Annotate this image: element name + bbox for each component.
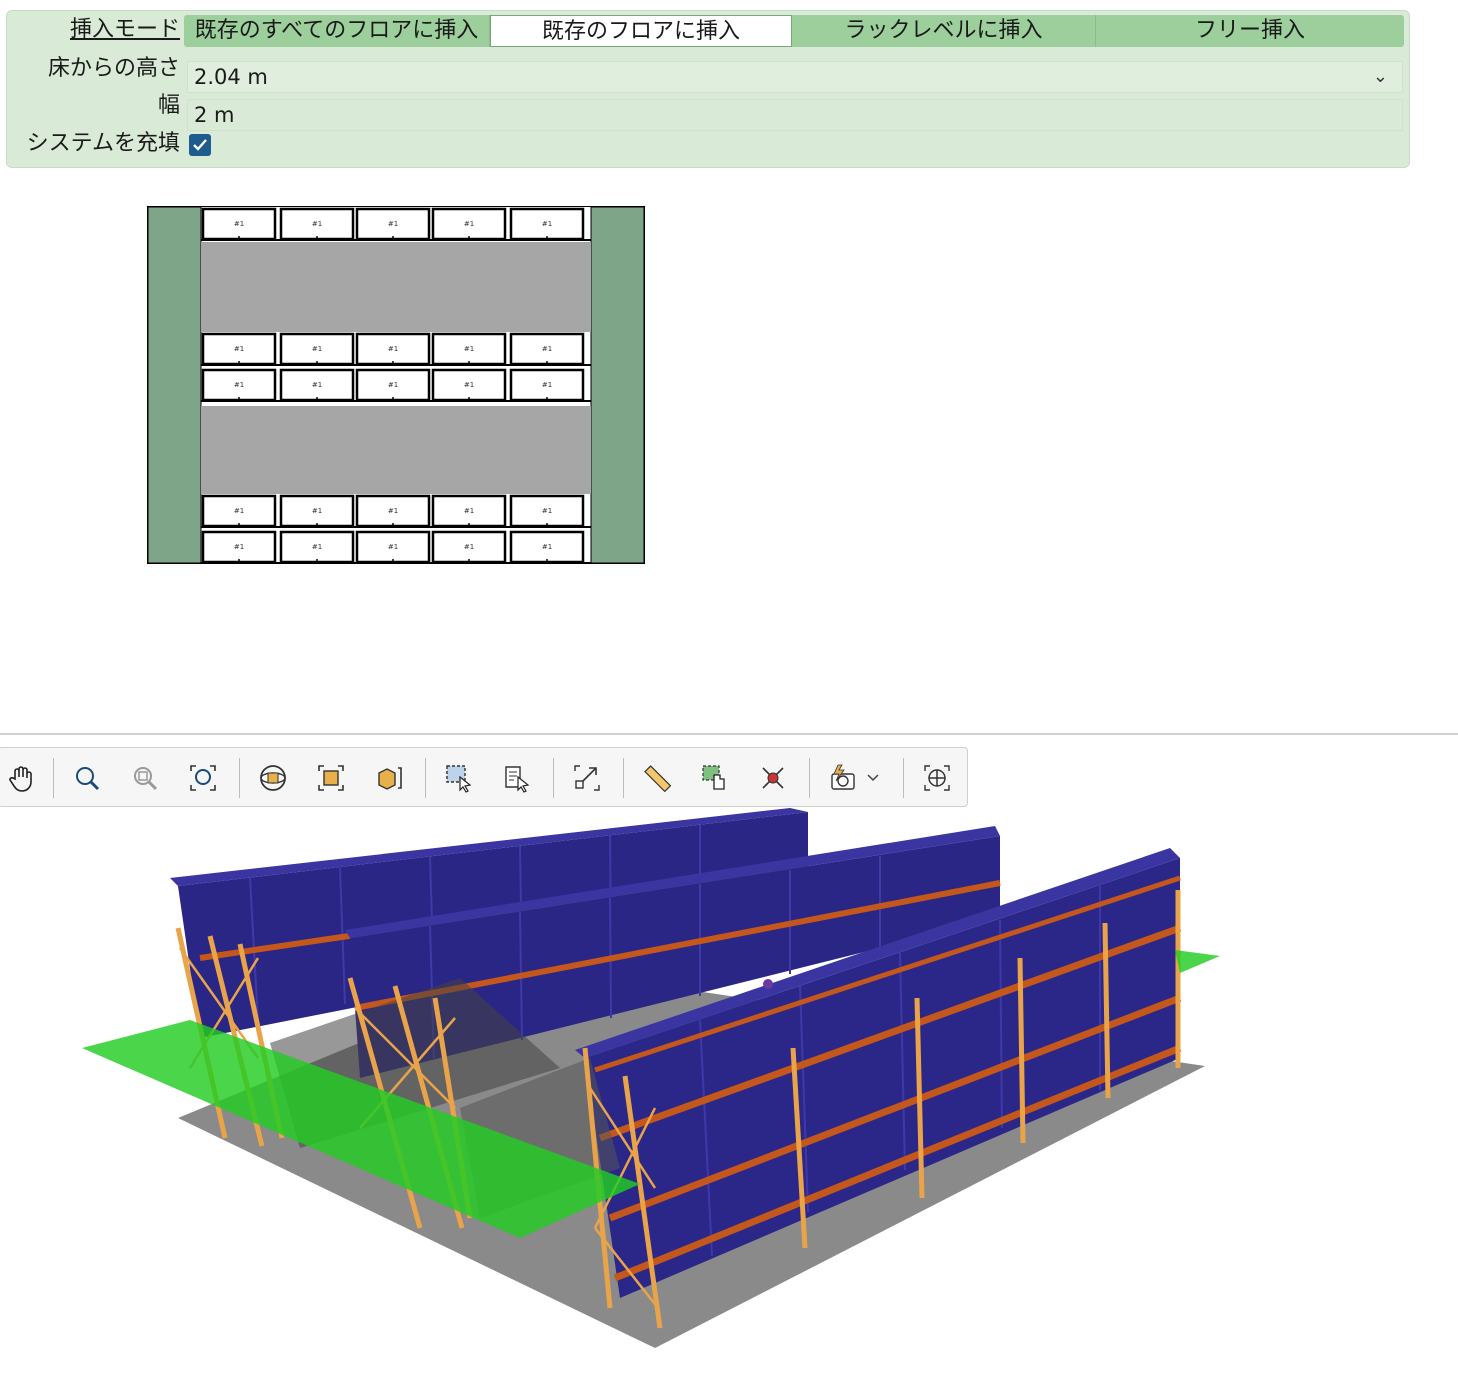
zoom-fit-icon[interactable]	[181, 756, 225, 800]
plan-cell-label: #1	[312, 381, 322, 389]
mode-option-all-floors[interactable]: 既存のすべてのフロアに挿入	[184, 15, 490, 47]
capture-icon[interactable]	[821, 756, 865, 800]
plan-cell-label: #1	[234, 543, 244, 551]
plan-aisle	[201, 406, 591, 494]
plan-cell-label: #1	[388, 507, 398, 515]
plan-cell-label: #1	[388, 220, 398, 228]
zoom-out-icon[interactable]	[123, 756, 167, 800]
plan-cell-label: #1	[464, 345, 474, 353]
plan-cell-label: #1	[312, 507, 322, 515]
plan-cell-label: #1	[312, 220, 322, 228]
view-divider	[0, 733, 1458, 735]
fill-system-label: システムを充填	[26, 131, 180, 156]
plan-cell-label: #1	[542, 381, 552, 389]
plan-cell-label: #1	[234, 345, 244, 353]
height-from-floor-label: 床からの高さ	[47, 56, 180, 81]
view-box-icon[interactable]	[367, 756, 411, 800]
plan-cell-label: #1	[542, 543, 552, 551]
resize-icon[interactable]	[565, 756, 609, 800]
checkmark-icon	[193, 139, 207, 151]
delete-icon[interactable]	[751, 756, 795, 800]
plan-cell-label: #1	[388, 345, 398, 353]
insertion-plane-edge	[1175, 950, 1220, 973]
height-from-floor-value: 2.04 m	[194, 65, 268, 89]
plan-cell-label: #1	[542, 220, 552, 228]
plan-aisle	[201, 242, 591, 332]
view-front-icon[interactable]	[309, 756, 353, 800]
width-field[interactable]: 2 m	[187, 99, 1403, 131]
view-toolbar	[0, 747, 968, 807]
insert-properties-panel: 挿入モード 既存のすべてのフロアに挿入 既存のフロアに挿入 ラックレベルに挿入 …	[6, 10, 1410, 168]
select-list-icon[interactable]	[495, 756, 539, 800]
plan-cell-label: #1	[464, 381, 474, 389]
zoom-icon[interactable]	[65, 756, 109, 800]
measure-icon[interactable]	[635, 756, 679, 800]
plan-cell-label: #1	[542, 345, 552, 353]
plan-cell-label: #1	[312, 543, 322, 551]
plan-cell-label: #1	[388, 543, 398, 551]
plan-cell-label: #1	[464, 507, 474, 515]
rack-plan-view[interactable]: #1 #1 #1 #1 #1 #1 #1 #1 #1 #1 #1 #1 #1 #1 #1 #1 #1 #1 #1 #1…	[147, 206, 645, 564]
center-icon[interactable]	[915, 756, 959, 800]
height-from-floor-combo[interactable]: 2.04 m ⌄	[187, 61, 1403, 93]
select-area-icon[interactable]	[437, 756, 481, 800]
plan-cell-label: #1	[234, 381, 244, 389]
plan-cell-label: #1	[234, 507, 244, 515]
insert-mode-selector: 既存のすべてのフロアに挿入 既存のフロアに挿入 ラックレベルに挿入 フリー挿入	[184, 15, 1404, 47]
width-value: 2 m	[194, 103, 235, 127]
plan-column-left	[147, 206, 202, 564]
width-label: 幅	[157, 93, 180, 118]
plan-cell-label: #1	[464, 220, 474, 228]
plan-cell-label: #1	[388, 381, 398, 389]
mode-option-existing-floor[interactable]: 既存のフロアに挿入	[490, 15, 792, 47]
plan-column-right	[590, 206, 645, 564]
view-sphere-icon[interactable]	[251, 756, 295, 800]
plan-cell-label: #1	[542, 507, 552, 515]
plan-cell-label: #1	[234, 220, 244, 228]
insert-mode-label: 挿入モード	[69, 17, 180, 42]
mode-option-free[interactable]: フリー挿入	[1096, 15, 1404, 47]
pan-icon[interactable]	[0, 756, 43, 800]
mode-option-rack-level[interactable]: ラックレベルに挿入	[792, 15, 1096, 47]
dropdown-chevron-icon[interactable]	[861, 756, 885, 800]
fill-system-checkbox[interactable]	[189, 134, 211, 156]
plan-cell-label: #1	[312, 345, 322, 353]
plan-cell-label: #1	[464, 543, 474, 551]
chevron-down-icon[interactable]: ⌄	[1373, 62, 1388, 92]
warehouse-3d-viewport[interactable]	[0, 808, 1458, 1386]
move-icon[interactable]	[693, 756, 737, 800]
